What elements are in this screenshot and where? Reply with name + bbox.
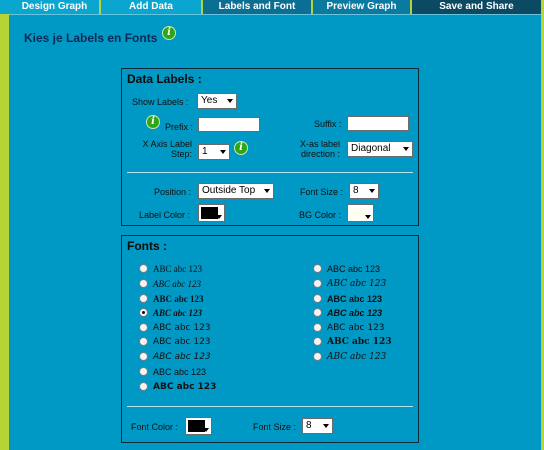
- fonts-font-size-select[interactable]: 8: [302, 418, 333, 434]
- font-option-label: ABC abc 123: [327, 294, 383, 304]
- app-frame: Design Graph Add Data Labels and Font Pr…: [0, 0, 544, 450]
- font-option-label: ABC abc 123: [327, 352, 387, 362]
- show-labels-label: Show Labels :: [132, 97, 189, 107]
- prefix-input[interactable]: [198, 117, 260, 132]
- font-option-label: ABC abc 123: [153, 279, 201, 289]
- position-select[interactable]: Outside Top: [198, 183, 274, 199]
- suffix-input[interactable]: [347, 116, 409, 131]
- divider: [127, 172, 413, 173]
- font-size-select[interactable]: 8: [349, 183, 379, 199]
- fonts-font-size-label: Font Size :: [253, 422, 297, 432]
- chevron-down-icon: [264, 189, 270, 193]
- left-accent-bar: [0, 0, 9, 450]
- font-color-label: Font Color :: [131, 422, 179, 432]
- font-option-label: ABC abc 123: [327, 308, 383, 318]
- info-icon[interactable]: i: [146, 115, 160, 129]
- font-option-label: ABC abc 123: [153, 367, 207, 377]
- x-axis-label-step-label: X Axis Label Step:: [136, 139, 192, 159]
- x-axis-label-step-line1: X Axis Label: [142, 139, 192, 149]
- font-radio[interactable]: [313, 323, 322, 332]
- chevron-down-icon: [365, 215, 371, 219]
- x-label-direction-select[interactable]: Diagonal: [347, 141, 413, 157]
- font-option-label: ABC abc 123: [153, 382, 217, 392]
- position-label: Position :: [154, 187, 192, 197]
- fonts-title: Fonts :: [127, 239, 167, 253]
- bg-color-label: BG Color :: [299, 210, 342, 220]
- label-color-picker[interactable]: [198, 204, 225, 222]
- chevron-down-icon: [227, 99, 233, 103]
- wizard-tabs: Design Graph Add Data Labels and Font Pr…: [0, 0, 544, 14]
- font-option-label: ABC abc 123: [327, 279, 387, 289]
- chevron-down-icon: [220, 150, 226, 154]
- font-option-label: ABC abc 123: [153, 264, 202, 274]
- tab-save-and-share[interactable]: Save and Share: [412, 0, 541, 14]
- show-labels-value: Yes: [201, 95, 218, 106]
- x-axis-step-select[interactable]: 1: [198, 144, 230, 160]
- font-option-label: ABC abc 123: [153, 294, 204, 304]
- font-radio[interactable]: [139, 294, 148, 303]
- chevron-down-icon: [203, 428, 209, 432]
- tab-design-graph[interactable]: Design Graph: [0, 0, 101, 14]
- prefix-label: Prefix :: [165, 122, 194, 132]
- font-radio[interactable]: [139, 264, 148, 273]
- info-icon[interactable]: i: [162, 26, 176, 40]
- chevron-down-icon: [403, 147, 409, 151]
- font-size-label: Font Size :: [300, 187, 344, 197]
- x-label-direction-label: X-as label direction :: [290, 139, 340, 159]
- chevron-down-icon: [369, 189, 375, 193]
- x-label-direction-line1: X-as label: [299, 139, 340, 149]
- font-radio[interactable]: [139, 382, 148, 391]
- page-title: Kies je Labels en Fonts: [24, 31, 158, 45]
- font-radio[interactable]: [139, 279, 148, 288]
- font-radio[interactable]: [313, 308, 322, 317]
- font-option-label: ABC abc 123: [327, 323, 385, 333]
- chevron-down-icon: [323, 424, 329, 428]
- font-option-label: ABC abc 123: [153, 308, 203, 318]
- fonts-panel: Fonts : ABC abc 123 ABC abc 123 ABC abc …: [121, 235, 419, 443]
- font-option-label: ABC abc 123: [327, 337, 392, 347]
- tab-labels-and-font[interactable]: Labels and Font: [203, 0, 313, 14]
- font-option-label: ABC abc 123: [327, 264, 381, 274]
- font-option-label: ABC abc 123: [153, 352, 211, 362]
- data-labels-panel: Data Labels : Show Labels : Yes i Prefix…: [121, 68, 419, 226]
- font-radio[interactable]: [139, 367, 148, 376]
- label-color-label: Label Color :: [139, 210, 191, 220]
- tab-add-data[interactable]: Add Data: [101, 0, 203, 14]
- font-size-value: 8: [353, 185, 359, 196]
- font-radio[interactable]: [313, 294, 322, 303]
- x-axis-label-step-line2: Step:: [170, 149, 192, 159]
- suffix-label: Suffix :: [314, 119, 342, 129]
- fonts-font-size-value: 8: [306, 420, 312, 431]
- divider: [127, 406, 413, 407]
- font-option-label: ABC abc 123: [153, 323, 211, 333]
- font-radio[interactable]: [313, 352, 322, 361]
- font-radio[interactable]: [139, 323, 148, 332]
- font-radio-selected[interactable]: [139, 308, 148, 317]
- data-labels-title: Data Labels :: [127, 72, 202, 86]
- x-label-direction-value: Diagonal: [351, 143, 391, 154]
- show-labels-select[interactable]: Yes: [197, 93, 237, 109]
- font-color-picker[interactable]: [185, 417, 212, 435]
- chevron-down-icon: [216, 215, 222, 219]
- x-axis-step-value: 1: [202, 146, 208, 157]
- bg-color-picker[interactable]: [347, 204, 374, 222]
- x-label-direction-line2: direction :: [300, 149, 340, 159]
- tab-preview-graph[interactable]: Preview Graph: [313, 0, 412, 14]
- font-radio[interactable]: [313, 264, 322, 273]
- font-radio[interactable]: [139, 337, 148, 346]
- font-radio[interactable]: [313, 337, 322, 346]
- font-option-label: ABC abc 123: [153, 337, 211, 347]
- font-radio[interactable]: [313, 279, 322, 288]
- info-icon[interactable]: i: [234, 141, 248, 155]
- position-value: Outside Top: [202, 185, 256, 196]
- font-radio[interactable]: [139, 352, 148, 361]
